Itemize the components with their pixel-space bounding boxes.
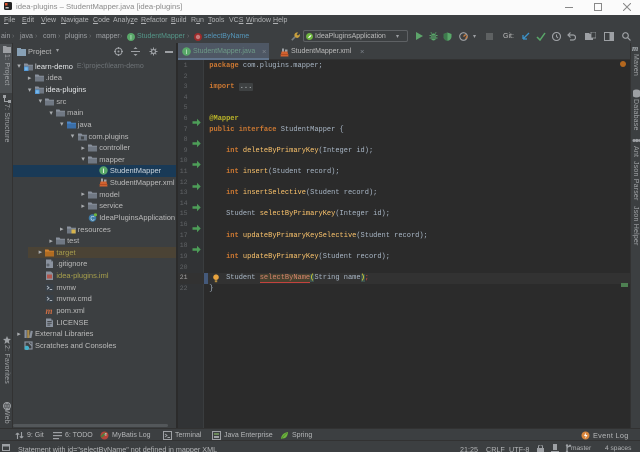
svg-text:I: I: [186, 49, 188, 56]
svg-text:C: C: [91, 216, 96, 222]
svg-text:I: I: [102, 168, 104, 175]
svg-text:m: m: [632, 44, 638, 53]
svg-text:m: m: [46, 306, 53, 315]
